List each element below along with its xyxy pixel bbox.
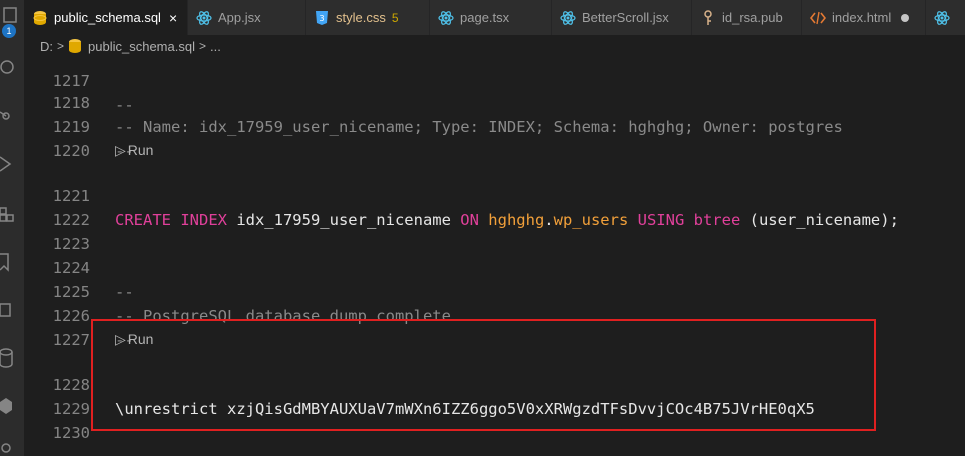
css-icon: 3 xyxy=(314,10,330,26)
react-icon xyxy=(438,10,454,26)
code-line: 1218 -- Name: idx_17959_user_nicename; T… xyxy=(24,67,965,136)
close-icon[interactable]: × xyxy=(169,10,177,26)
tab-betterscroll-jsx[interactable]: BetterScroll.jsx xyxy=(552,0,692,35)
copy-icon[interactable] xyxy=(0,298,24,322)
code-line: 1221 CREATE INDEX idx_17959_user_nicenam… xyxy=(24,160,965,229)
play-icon: ▷ xyxy=(115,142,126,158)
editor-tabs: public_schema.sql × App.jsx 3 style.css … xyxy=(24,0,965,35)
code-editor[interactable]: 1217 -- 1218 -- Name: idx_17959_user_nic… xyxy=(24,57,965,456)
tab-label: style.css xyxy=(336,10,386,25)
run-codelens[interactable]: ▷ Run xyxy=(115,140,415,160)
database-icon xyxy=(32,10,48,26)
code-line: 1223 xyxy=(24,208,965,253)
svg-text:3: 3 xyxy=(319,14,324,23)
code-line: 1225 -- PostgreSQL database dump complet… xyxy=(24,256,965,325)
breadcrumb-drive[interactable]: D: xyxy=(40,39,53,54)
notification-badge: 1 xyxy=(2,24,16,38)
source-control-icon[interactable] xyxy=(0,104,24,128)
tab-label: public_schema.sql xyxy=(54,10,161,25)
problem-count: 5 xyxy=(391,10,399,25)
react-icon xyxy=(560,10,576,26)
tab-style-css[interactable]: 3 style.css 5 xyxy=(306,0,430,35)
code-line: 1220 xyxy=(24,115,965,160)
tab-app-jsx[interactable]: App.jsx xyxy=(188,0,306,35)
html-icon xyxy=(810,10,826,26)
activity-bar: 1 xyxy=(0,0,24,456)
tab-label: BetterScroll.jsx xyxy=(582,10,669,25)
tab-overflow[interactable] xyxy=(926,0,965,35)
react-icon xyxy=(196,10,212,26)
code-line: 1219 -- xyxy=(24,91,965,160)
unsaved-dot-icon xyxy=(901,13,910,22)
tab-label: id_rsa.pub xyxy=(722,10,783,25)
key-icon xyxy=(700,9,716,26)
breadcrumb-more[interactable]: ... xyxy=(210,39,221,54)
breadcrumb: D: > public_schema.sql > ... xyxy=(24,35,965,57)
tab-public-schema-sql[interactable]: public_schema.sql × xyxy=(24,0,188,35)
code-line: 1224 -- xyxy=(24,232,965,301)
react-icon xyxy=(934,10,950,26)
bookmark-icon[interactable] xyxy=(0,250,24,274)
tab-page-tsx[interactable]: page.tsx xyxy=(430,0,552,35)
search-icon[interactable] xyxy=(0,56,24,80)
line-number: 1230 xyxy=(52,424,90,442)
run-debug-icon[interactable] xyxy=(0,152,24,176)
tab-id-rsa-pub[interactable]: id_rsa.pub xyxy=(692,0,802,35)
highlight-box xyxy=(91,319,876,431)
tab-label: index.html xyxy=(832,10,892,25)
code-line: 1222 xyxy=(24,184,965,229)
docker-icon[interactable] xyxy=(0,394,24,418)
tab-label: App.jsx xyxy=(218,10,261,25)
run-label: Run xyxy=(127,142,154,158)
extensions-icon[interactable] xyxy=(0,202,24,226)
accounts-icon[interactable] xyxy=(0,436,24,456)
database-icon xyxy=(68,38,84,54)
chevron-right-icon: > xyxy=(57,39,65,53)
tab-index-html[interactable]: index.html xyxy=(802,0,926,35)
breadcrumb-file[interactable]: public_schema.sql xyxy=(88,39,195,54)
vscode-window: 1 public_schema.sql × App.jsx 3 style.cs… xyxy=(0,0,965,456)
code-line: 1226 -- xyxy=(24,280,965,349)
database-icon[interactable] xyxy=(0,346,24,370)
chevron-right-icon: > xyxy=(198,39,206,53)
tab-label: page.tsx xyxy=(460,10,510,25)
